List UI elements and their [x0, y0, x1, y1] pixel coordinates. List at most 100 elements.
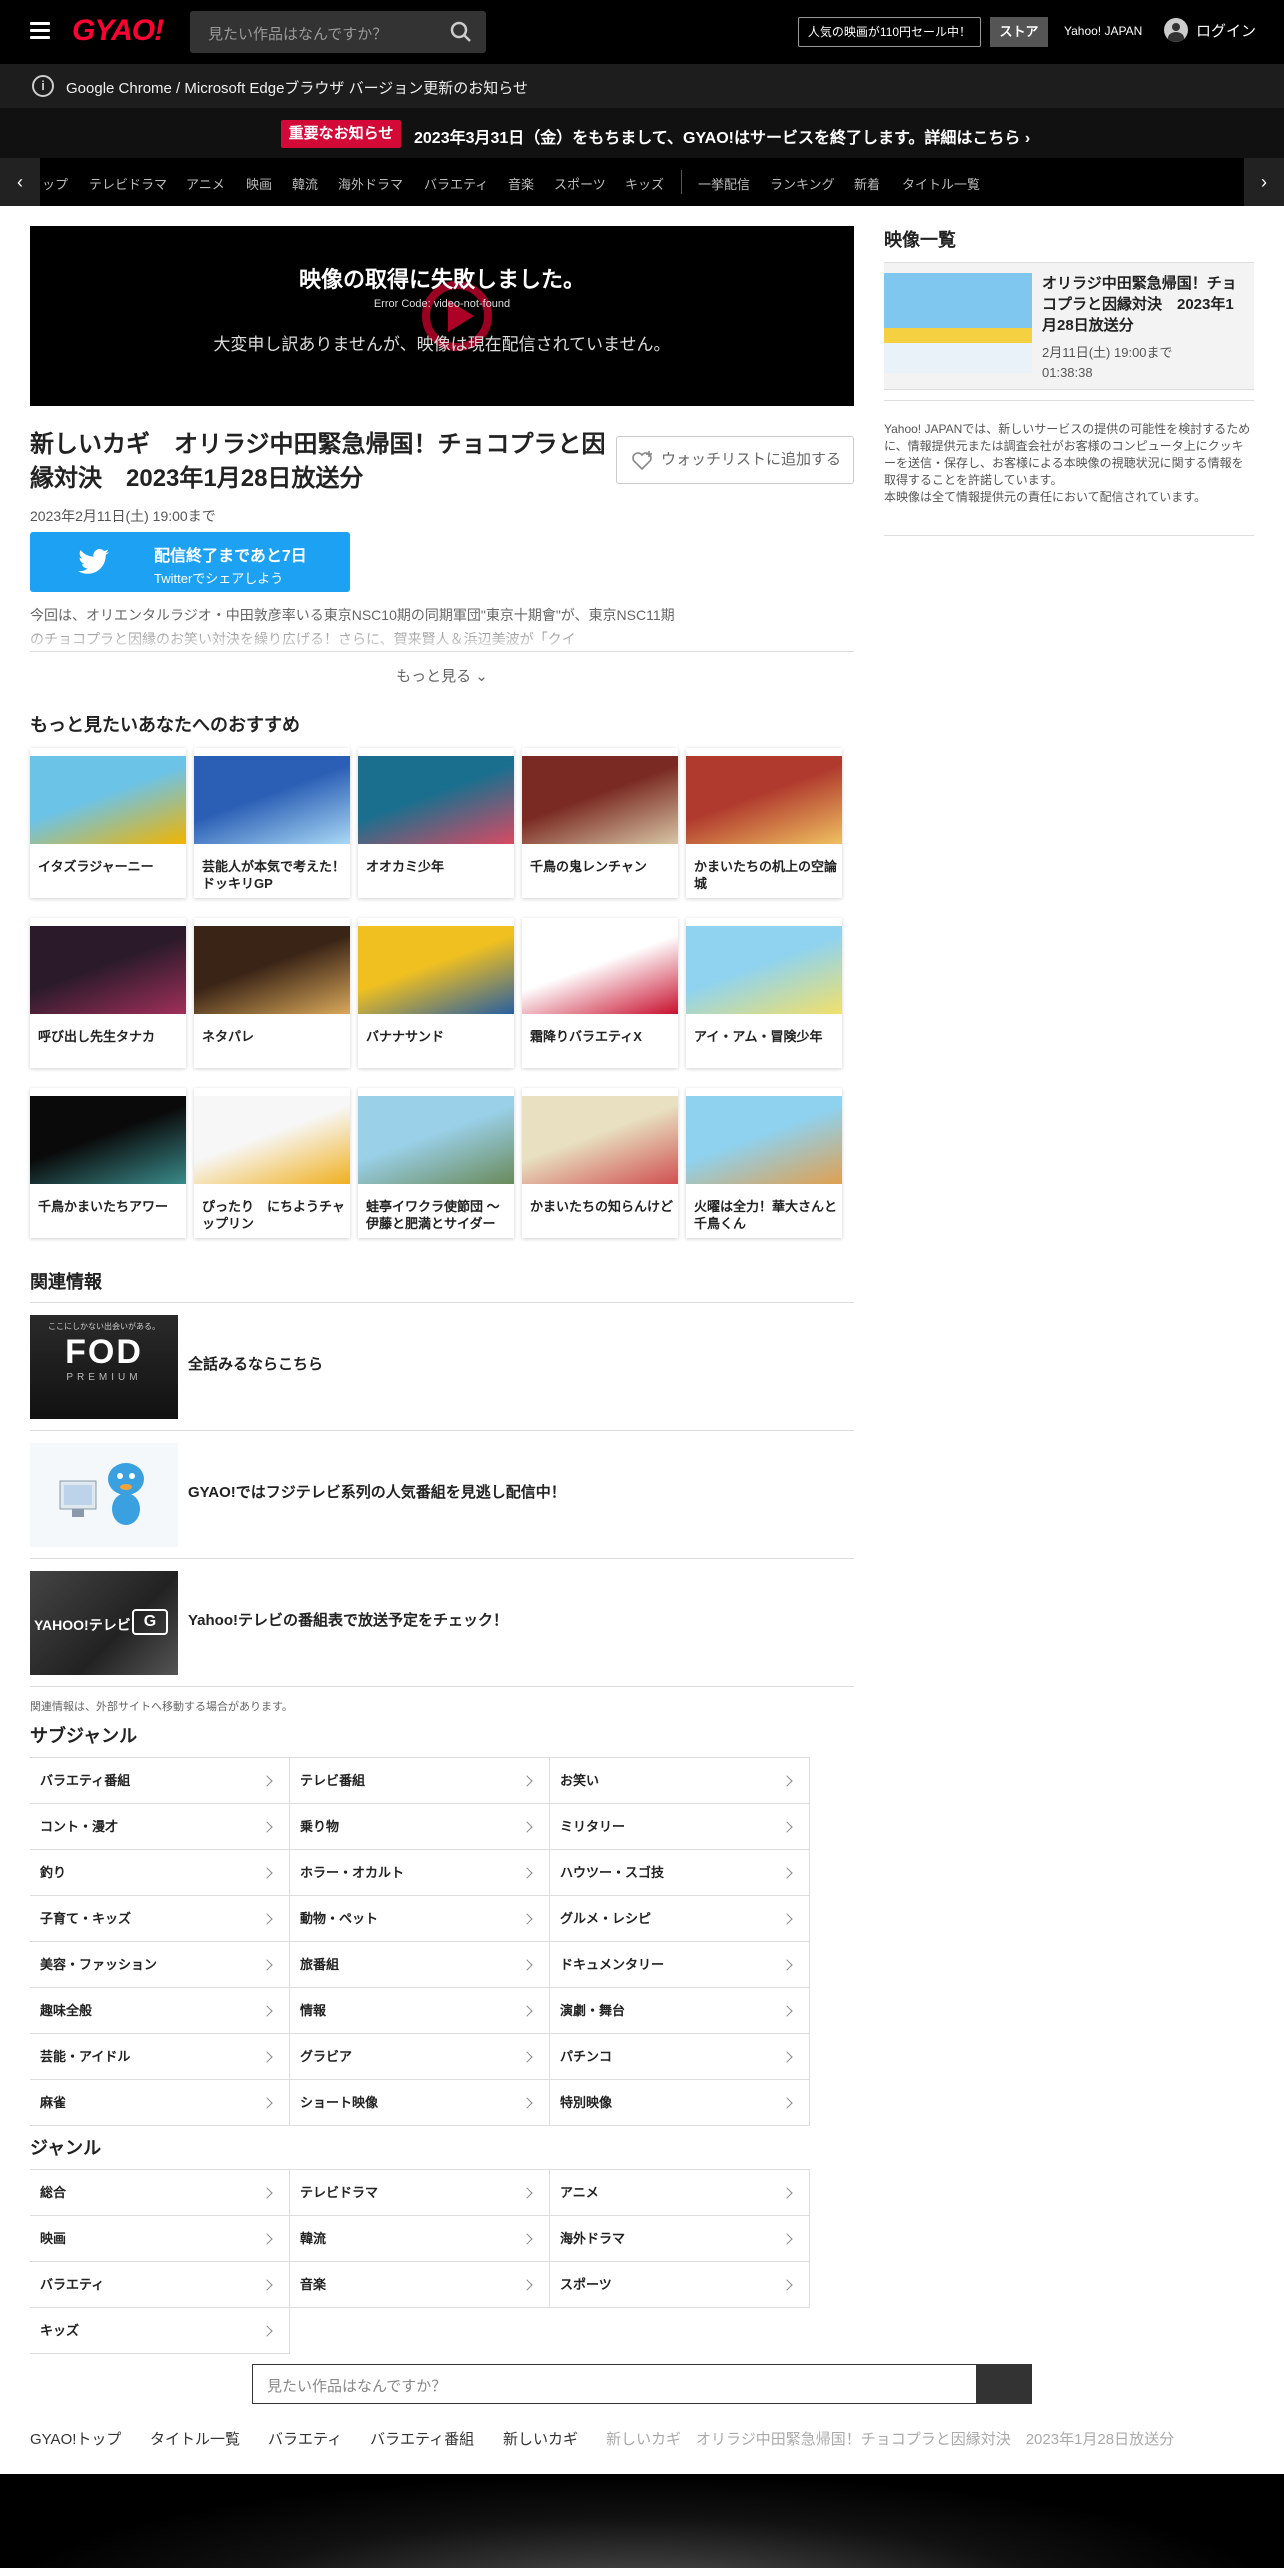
watchlist-button[interactable]: ウォッチリストに追加する [616, 436, 854, 484]
recommend-thumbnail[interactable] [358, 1096, 514, 1184]
sidebar-video-card[interactable]: オリラジ中田緊急帰国！チョコプラと因縁対決 2023年1月28日放送分 2月11… [884, 262, 1254, 390]
subgenre-link[interactable]: ミリタリー [550, 1804, 810, 1850]
related-item[interactable]: YAHOO!テレビ G Yahoo!テレビの番組表で放送予定をチェック！ [30, 1559, 854, 1687]
subgenre-link[interactable]: ハウツー・スゴ技 [550, 1850, 810, 1896]
recommend-card[interactable]: アイ・アム・冒険少年 [686, 918, 842, 1068]
browser-notice-bar[interactable]: i Google Chrome / Microsoft Edgeブラウザ バージ… [0, 64, 1284, 108]
browser-notice-text[interactable]: Google Chrome / Microsoft Edgeブラウザ バージョン… [66, 77, 528, 98]
nav-item[interactable]: テレビドラマ [89, 174, 167, 193]
genre-link[interactable]: 映画 [30, 2216, 290, 2262]
recommend-thumbnail[interactable] [522, 756, 678, 844]
nav-item[interactable]: ランキング [770, 174, 835, 193]
recommend-thumbnail[interactable] [194, 926, 350, 1014]
recommend-card[interactable]: 千鳥の鬼レンチャン [522, 748, 678, 898]
subgenre-link[interactable]: 趣味全般 [30, 1988, 290, 2034]
nav-item[interactable]: 海外ドラマ [338, 174, 403, 193]
important-notice-link[interactable]: 2023年3月31日（金）をもちまして、GYAO!はサービスを終了します。詳細は… [414, 124, 1030, 148]
recommend-title[interactable]: ネタパレ [202, 1028, 346, 1045]
more-button[interactable]: もっと見る ⌄ [30, 651, 854, 701]
breadcrumb-item[interactable]: タイトル一覧 [150, 2428, 240, 2449]
sidebar-video-title[interactable]: オリラジ中田緊急帰国！チョコプラと因縁対決 2023年1月28日放送分 [1042, 273, 1248, 336]
recommend-card[interactable]: 千鳥かまいたちアワー [30, 1088, 186, 1238]
nav-next-icon[interactable]: › [1244, 158, 1284, 206]
recommend-title[interactable]: オオカミ少年 [366, 858, 510, 875]
subgenre-link[interactable]: ショート映像 [290, 2080, 550, 2126]
recommend-thumbnail[interactable] [194, 756, 350, 844]
nav-item[interactable]: バラエティ [424, 174, 488, 193]
recommend-thumbnail[interactable] [686, 756, 842, 844]
twitter-share-button[interactable]: 配信終了まであと7日 Twitterでシェアしよう [30, 532, 350, 592]
subgenre-link[interactable]: 旅番組 [290, 1942, 550, 1988]
subgenre-link[interactable]: 乗り物 [290, 1804, 550, 1850]
related-text[interactable]: 全話みるならこちら [188, 1353, 323, 1374]
recommend-thumbnail[interactable] [686, 926, 842, 1014]
nav-item[interactable]: 音楽 [508, 174, 534, 193]
recommend-thumbnail[interactable] [30, 1096, 186, 1184]
genre-link[interactable]: 韓流 [290, 2216, 550, 2262]
recommend-thumbnail[interactable] [30, 926, 186, 1014]
login-button[interactable]: ログイン [1164, 18, 1256, 42]
recommend-title[interactable]: 千鳥かまいたちアワー [38, 1198, 182, 1215]
nav-item[interactable]: 映画 [246, 174, 272, 193]
recommend-title[interactable]: 千鳥の鬼レンチャン [530, 858, 674, 875]
recommend-title[interactable]: バナナサンド [366, 1028, 510, 1045]
sale-link[interactable]: 人気の映画が110円セール中！ [798, 17, 981, 47]
breadcrumb-item[interactable]: バラエティ番組 [370, 2428, 474, 2449]
genre-link[interactable]: キッズ [30, 2308, 290, 2354]
subgenre-link[interactable]: 動物・ペット [290, 1896, 550, 1942]
nav-item[interactable]: タイトル一覧 [902, 174, 980, 193]
nav-item[interactable]: キッズ [625, 174, 664, 193]
subgenre-link[interactable]: 美容・ファッション [30, 1942, 290, 1988]
subgenre-link[interactable]: パチンコ [550, 2034, 810, 2080]
breadcrumb-item[interactable]: バラエティ [268, 2428, 342, 2449]
nav-prev-icon[interactable]: ‹ [0, 158, 40, 206]
bottom-search-input[interactable]: 見たい作品はなんですか？ [252, 2364, 1032, 2404]
nav-item[interactable]: 韓流 [292, 174, 318, 193]
recommend-thumbnail[interactable] [194, 1096, 350, 1184]
recommend-card[interactable]: 芸能人が本気で考えた！ドッキリGP [194, 748, 350, 898]
menu-icon[interactable] [30, 22, 50, 40]
subgenre-link[interactable]: 芸能・アイドル [30, 2034, 290, 2080]
recommend-card[interactable]: 霜降りバラエティX [522, 918, 678, 1068]
recommend-title[interactable]: 霜降りバラエティX [530, 1028, 674, 1045]
video-player[interactable]: 映像の取得に失敗しました。 Error Code: video-not-foun… [30, 226, 854, 406]
recommend-card[interactable]: ぴったり にちようチャップリン [194, 1088, 350, 1238]
related-text[interactable]: GYAO!ではフジテレビ系列の人気番組を見逃し配信中！ [188, 1481, 566, 1502]
yahoo-japan-link[interactable]: Yahoo! JAPAN [1064, 24, 1142, 38]
breadcrumb-item[interactable]: 新しいカギ [503, 2428, 578, 2449]
recommend-card[interactable]: オオカミ少年 [358, 748, 514, 898]
search-submit-button[interactable] [976, 2364, 1032, 2404]
subgenre-link[interactable]: テレビ番組 [290, 1758, 550, 1804]
subgenre-link[interactable]: 釣り [30, 1850, 290, 1896]
recommend-title[interactable]: かまいたちの知らんけど [530, 1198, 674, 1215]
recommend-title[interactable]: イタズラジャーニー [38, 858, 182, 875]
nav-item[interactable]: ップ [42, 174, 68, 193]
recommend-card[interactable]: 火曜は全力！華大さんと千鳥くん [686, 1088, 842, 1238]
subgenre-link[interactable]: コント・漫才 [30, 1804, 290, 1850]
recommend-thumbnail[interactable] [358, 756, 514, 844]
recommend-card[interactable]: 蛙亭イワクラ使節団 ～伊藤と肥満とサイダー [358, 1088, 514, 1238]
related-item[interactable]: ここにしかない出会いがある。 FOD PREMIUM 全話みるならこちら [30, 1303, 854, 1431]
recommend-title[interactable]: 蛙亭イワクラ使節団 ～伊藤と肥満とサイダー [366, 1198, 510, 1232]
subgenre-link[interactable]: ドキュメンタリー [550, 1942, 810, 1988]
subgenre-link[interactable]: 演劇・舞台 [550, 1988, 810, 2034]
recommend-title[interactable]: ぴったり にちようチャップリン [202, 1198, 346, 1232]
sidebar-video-thumbnail[interactable] [884, 273, 1032, 373]
recommend-card[interactable]: かまいたちの机上の空論城 [686, 748, 842, 898]
recommend-thumbnail[interactable] [522, 1096, 678, 1184]
subgenre-link[interactable]: 情報 [290, 1988, 550, 2034]
recommend-title[interactable]: 火曜は全力！華大さんと千鳥くん [694, 1198, 838, 1232]
recommend-title[interactable]: アイ・アム・冒険少年 [694, 1028, 838, 1045]
related-text[interactable]: Yahoo!テレビの番組表で放送予定をチェック！ [188, 1609, 508, 1630]
genre-link[interactable]: バラエティ [30, 2262, 290, 2308]
nav-item[interactable]: 新着 [854, 174, 880, 193]
subgenre-link[interactable]: バラエティ番組 [30, 1758, 290, 1804]
genre-link[interactable]: アニメ [550, 2170, 810, 2216]
important-notice-bar[interactable]: 重要なお知らせ 2023年3月31日（金）をもちまして、GYAO!はサービスを終… [0, 108, 1284, 158]
recommend-card[interactable]: イタズラジャーニー [30, 748, 186, 898]
store-button[interactable]: ストア [990, 17, 1048, 47]
recommend-card[interactable]: ネタパレ [194, 918, 350, 1068]
related-item[interactable]: GYAO!ではフジテレビ系列の人気番組を見逃し配信中！ [30, 1431, 854, 1559]
recommend-title[interactable]: 呼び出し先生タナカ [38, 1028, 182, 1045]
subgenre-link[interactable]: 麻雀 [30, 2080, 290, 2126]
